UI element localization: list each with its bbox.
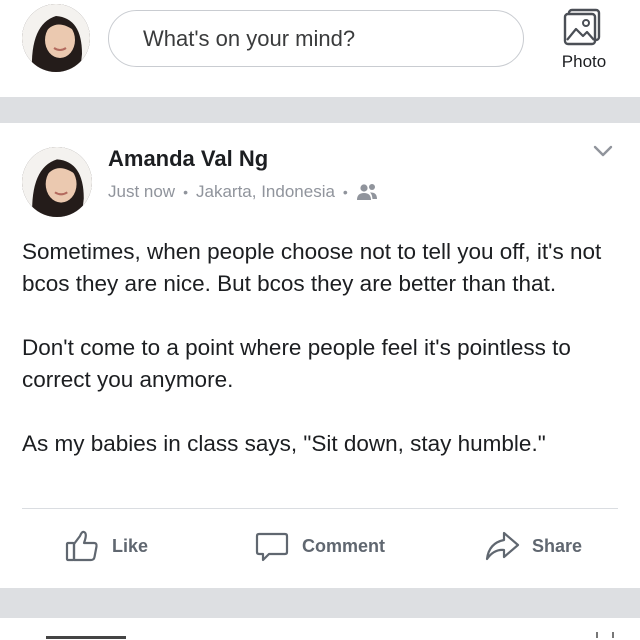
feed-post: Amanda Val Ng Just now • Jakarta, Indone… (0, 123, 640, 588)
author-name[interactable]: Amanda Val Ng (108, 146, 268, 172)
comment-button[interactable]: Comment (254, 528, 385, 564)
photo-label: Photo (561, 52, 607, 71)
thumbs-up-icon (65, 530, 98, 562)
status-composer: What's on your mind? Photo (0, 0, 640, 97)
like-label: Like (112, 535, 149, 556)
like-button[interactable]: Like (64, 528, 148, 564)
share-label: Share (532, 535, 583, 556)
post-options-chevron-icon[interactable] (592, 143, 614, 159)
feed-separator (0, 588, 640, 618)
post-body: Sometimes, when people choose not to tel… (22, 236, 622, 492)
post-meta: Just now • Jakarta, Indonesia • (108, 182, 378, 202)
comment-icon (255, 532, 289, 562)
post-paragraph: Don't come to a point where people feel … (22, 335, 571, 392)
next-post-options-icon[interactable] (596, 632, 614, 638)
comment-label: Comment (302, 535, 386, 556)
post-paragraph: Sometimes, when people choose not to tel… (22, 239, 602, 296)
post-timestamp[interactable]: Just now (108, 182, 175, 202)
next-post-peek (0, 618, 640, 640)
share-button[interactable]: Share (484, 528, 582, 564)
post-location[interactable]: Jakarta, Indonesia (196, 182, 335, 202)
photo-icon (563, 8, 601, 46)
feed-separator (0, 97, 640, 123)
actions-divider (22, 508, 618, 509)
author-avatar[interactable] (22, 147, 92, 217)
post-actions: Like Comment Share (0, 518, 640, 576)
whats-on-your-mind-input[interactable]: What's on your mind? (108, 10, 524, 67)
user-avatar[interactable] (22, 4, 90, 72)
friends-icon (356, 184, 377, 200)
share-arrow-icon (485, 531, 520, 561)
meta-separator: • (183, 184, 188, 200)
meta-separator: • (342, 184, 348, 200)
next-post-header-fragment (46, 636, 126, 639)
photo-button[interactable]: Photo (548, 2, 620, 82)
post-paragraph: As my babies in class says, "Sit down, s… (22, 431, 546, 456)
